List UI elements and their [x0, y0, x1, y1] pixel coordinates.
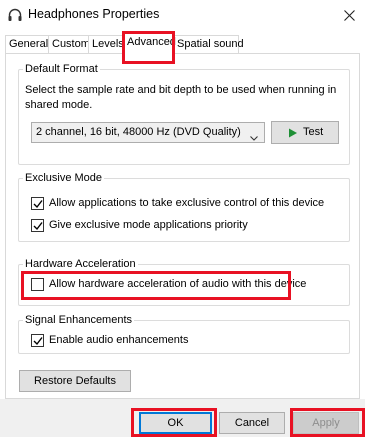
tab-advanced[interactable]: Advanced — [123, 33, 176, 54]
checkbox-label: Allow hardware acceleration of audio wit… — [49, 278, 307, 290]
title-bar: Headphones Properties — [0, 0, 365, 30]
exclusive-mode-group: Exclusive Mode Allow applications to tak… — [18, 172, 350, 242]
checkbox-label: Give exclusive mode applications priorit… — [49, 219, 248, 231]
tab-label: Levels — [92, 38, 124, 50]
test-button[interactable]: Test — [271, 121, 339, 144]
window-title: Headphones Properties — [28, 7, 160, 21]
hardware-acceleration-checkbox-row[interactable]: Allow hardware acceleration of audio wit… — [31, 277, 331, 293]
cancel-button[interactable]: Cancel — [219, 412, 285, 434]
tab-label: Spatial sound — [177, 38, 244, 50]
tab-label: Advanced — [127, 36, 176, 48]
tab-label: General — [9, 38, 49, 50]
close-icon[interactable] — [333, 0, 365, 30]
tab-levels[interactable]: Levels — [88, 35, 124, 54]
default-format-group: Default Format Select the sample rate an… — [18, 63, 350, 165]
audio-enhancements-checkbox-row[interactable]: Enable audio enhancements — [31, 333, 331, 349]
headphones-icon — [7, 7, 23, 23]
play-icon — [289, 128, 297, 138]
default-format-description: Select the sample rate and bit depth to … — [25, 84, 337, 111]
selected-format: 2 channel, 16 bit, 48000 Hz (DVD Quality… — [36, 126, 241, 138]
hardware-acceleration-group: Hardware Acceleration Allow hardware acc… — [18, 258, 350, 306]
tab-label: Custom — [52, 38, 90, 50]
dialog-footer: OK Cancel Apply — [0, 399, 365, 437]
checkbox-label: Allow applications to take exclusive con… — [49, 197, 325, 209]
group-label: Exclusive Mode — [23, 172, 105, 185]
tab-spatial-sound[interactable]: Spatial sound — [173, 35, 244, 54]
hardware-acceleration-checkbox[interactable] — [31, 278, 44, 291]
chevron-down-icon — [250, 129, 258, 148]
ok-button[interactable]: OK — [139, 412, 212, 434]
audio-enhancements-checkbox[interactable] — [31, 334, 44, 347]
signal-enhancements-group: Signal Enhancements Enable audio enhance… — [18, 314, 350, 354]
tab-strip: General Custom Levels Advanced Spatial s… — [5, 33, 360, 54]
exclusive-priority-checkbox-row[interactable]: Give exclusive mode applications priorit… — [31, 218, 331, 234]
exclusive-priority-checkbox[interactable] — [31, 219, 44, 232]
apply-button[interactable]: Apply — [293, 412, 359, 434]
checkbox-label: Enable audio enhancements — [49, 334, 189, 346]
tab-general[interactable]: General — [5, 35, 49, 54]
group-label: Hardware Acceleration — [23, 258, 138, 271]
properties-dialog: Headphones Properties General Custom Lev… — [0, 0, 365, 437]
restore-defaults-button[interactable]: Restore Defaults — [19, 370, 131, 392]
format-dropdown[interactable]: 2 channel, 16 bit, 48000 Hz (DVD Quality… — [31, 122, 265, 143]
test-label: Test — [303, 126, 324, 138]
tab-custom[interactable]: Custom — [48, 35, 90, 54]
advanced-tab-panel: Default Format Select the sample rate an… — [5, 53, 360, 399]
exclusive-control-checkbox[interactable] — [31, 197, 44, 210]
group-label: Default Format — [23, 63, 100, 76]
group-label: Signal Enhancements — [23, 314, 135, 327]
exclusive-control-checkbox-row[interactable]: Allow applications to take exclusive con… — [31, 196, 331, 212]
